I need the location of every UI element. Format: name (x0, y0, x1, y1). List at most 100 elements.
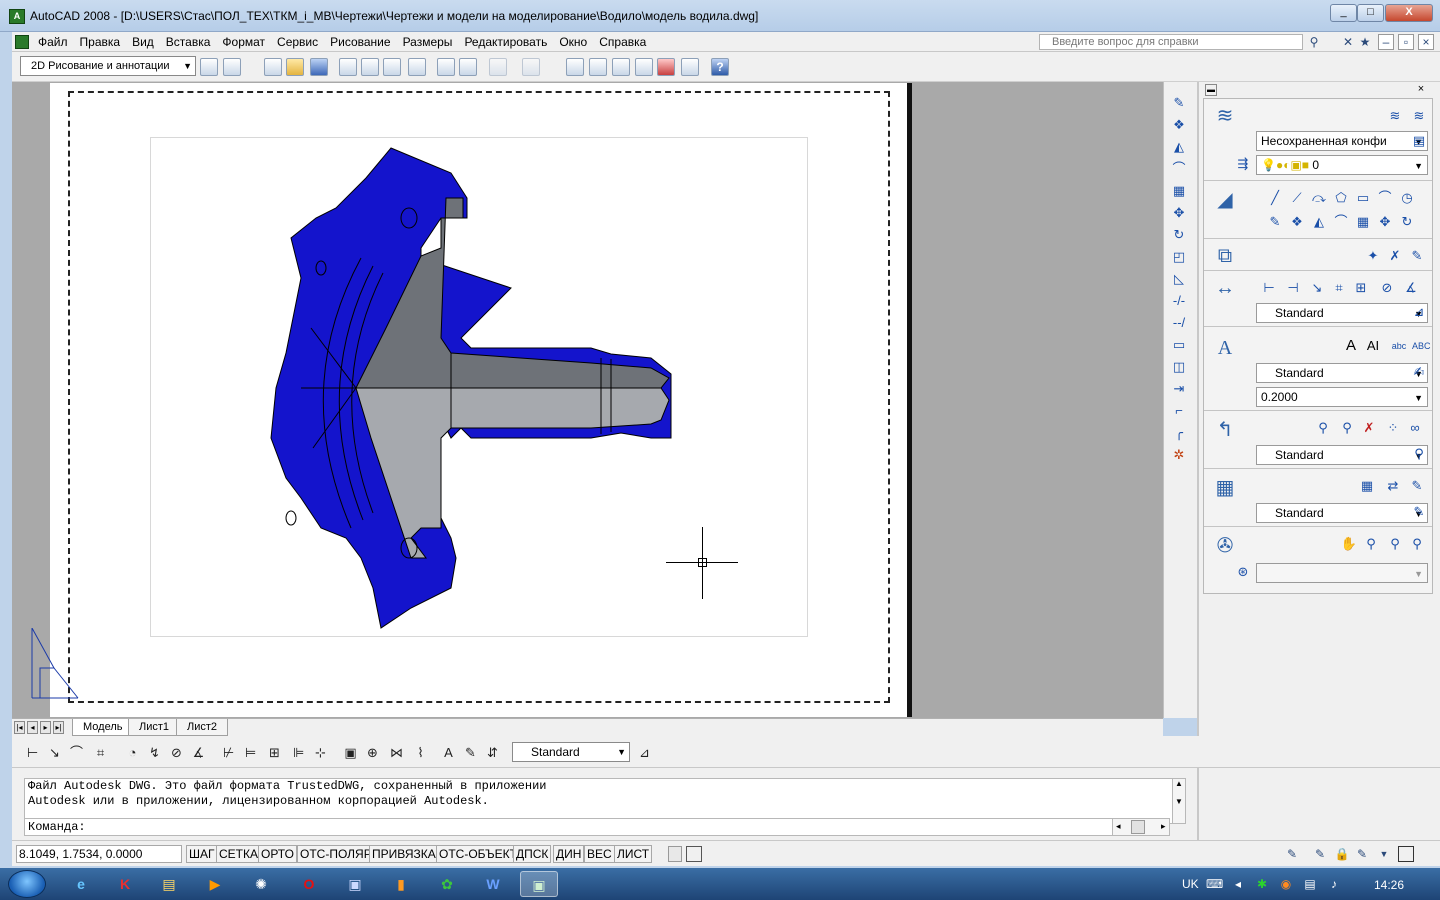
workspace-save-icon[interactable] (223, 58, 241, 76)
view-back-icon[interactable]: ⊛ (1234, 563, 1252, 581)
word-icon[interactable]: W (474, 871, 512, 897)
otrack-toggle[interactable]: ОТС-ОБЪЕКТ (436, 845, 520, 863)
dim-style-select[interactable]: Standard ▼ (1256, 303, 1428, 323)
scroll-thumb[interactable] (1131, 820, 1145, 834)
baseline-dim-icon[interactable]: ⊨ (242, 744, 259, 761)
new-file-icon[interactable] (264, 58, 282, 76)
menu-tools[interactable]: Сервис (271, 32, 324, 52)
files-icon[interactable]: ▮ (382, 871, 420, 897)
pan-hand-icon[interactable]: ✋ (1340, 535, 1358, 553)
maximize-button[interactable]: □ (1357, 4, 1384, 22)
move-icon[interactable]: ✥ (1170, 204, 1188, 221)
opera-icon[interactable]: O (290, 871, 328, 897)
tool-palettes-icon[interactable] (635, 58, 653, 76)
angular-dim-icon[interactable]: ∡ (190, 744, 207, 761)
table-export-icon[interactable]: ✎ (1408, 477, 1426, 495)
jogged-linear-icon[interactable]: ⌇ (412, 744, 429, 761)
blocks-panel-icon[interactable]: ⧉ (1212, 245, 1238, 267)
lineweight-toggle[interactable]: ВЕС (584, 845, 615, 863)
lock-icon[interactable]: 🔒 (1334, 846, 1350, 862)
layer-previous-icon[interactable]: ≋ (1410, 107, 1428, 125)
close-button[interactable]: X (1385, 4, 1433, 22)
text-panel-icon[interactable]: A (1212, 337, 1238, 359)
menu-help[interactable]: Справка (593, 32, 652, 52)
tab-sheet1[interactable]: Лист1 (128, 719, 181, 736)
save-icon[interactable] (310, 58, 328, 76)
document-icon[interactable] (15, 35, 29, 49)
help-icon[interactable]: ? (711, 58, 729, 76)
arc-length-icon[interactable]: ⌒ (68, 744, 85, 761)
add-leader-icon[interactable]: ⚲ (1338, 419, 1356, 437)
text-style-select[interactable]: Standard ▼ (1256, 363, 1428, 383)
viewport-scroll-icon[interactable] (668, 846, 682, 862)
communication-center-icon[interactable]: ✕ (1340, 34, 1356, 50)
move-icon[interactable]: ✥ (1376, 213, 1394, 231)
named-view-select[interactable]: ▼ (1256, 563, 1428, 583)
menu-view[interactable]: Вид (126, 32, 160, 52)
extend-icon[interactable]: --/ (1170, 314, 1188, 331)
array-icon[interactable]: ▦ (1170, 182, 1188, 199)
spell-check-icon[interactable]: ABC (1412, 337, 1431, 355)
dim-update-icon[interactable]: ⇵ (484, 744, 501, 761)
circle-icon[interactable]: ◷ (1398, 189, 1416, 207)
text-height-select[interactable]: 0.2000 ▼ (1256, 387, 1428, 407)
layers-panel-icon[interactable]: ≋ (1212, 105, 1238, 127)
media-player-icon[interactable]: ▶ (196, 871, 234, 897)
align-leaders-icon[interactable]: ⁘ (1384, 419, 1402, 437)
plot-icon[interactable] (339, 58, 357, 76)
autocad-app-icon[interactable]: A (9, 9, 25, 24)
diameter-dim-icon[interactable]: ⊘ (168, 744, 185, 761)
osnap-toggle[interactable]: ПРИВЯЗКА (369, 845, 439, 863)
command-history-scrollbar[interactable]: ▲ ▼ (1172, 778, 1186, 824)
dim-toolbar-style-select[interactable]: Standard ▼ (512, 742, 630, 762)
undo-icon[interactable] (489, 58, 507, 76)
doc-close-button[interactable]: × (1418, 34, 1434, 50)
diameter-dim-icon[interactable]: ⊘ (1378, 279, 1396, 297)
tray-settings-icon[interactable]: ✎ (1354, 846, 1370, 862)
tab-prev-button[interactable]: ◂ (27, 721, 38, 734)
chevron-down-icon[interactable]: ▼ (1376, 846, 1392, 862)
dim-text-edit-icon[interactable]: ✎ (462, 744, 479, 761)
zoom-window-icon[interactable]: ⚲ (1408, 535, 1426, 553)
minimize-button[interactable]: _ (1330, 4, 1357, 22)
explorer-folder-icon[interactable]: ▤ (150, 871, 188, 897)
search-icon[interactable]: ⚲ (1306, 34, 1322, 50)
menu-insert[interactable]: Вставка (160, 32, 217, 52)
favorites-star-icon[interactable]: ★ (1357, 34, 1373, 50)
break-icon[interactable]: ▭ (1170, 336, 1188, 353)
start-button[interactable] (8, 870, 46, 898)
linear-dim-icon[interactable]: ⊢ (1260, 279, 1278, 297)
layer-state-select[interactable]: Несохраненная конфи ▼ (1256, 131, 1428, 151)
doc-restore-button[interactable]: ▫ (1398, 34, 1414, 50)
match-properties-icon[interactable] (459, 58, 477, 76)
tab-sheet2[interactable]: Лист2 (176, 719, 229, 736)
fillet-icon[interactable]: ╭ (1170, 424, 1188, 441)
snap-toggle[interactable]: ШАГ (186, 845, 218, 863)
layer-state-manager-icon[interactable]: ▤ (1410, 132, 1428, 150)
chevron-left-icon[interactable]: ◂ (1116, 821, 1121, 832)
redo-icon[interactable] (522, 58, 540, 76)
rotate-icon[interactable]: ↻ (1170, 226, 1188, 243)
command-input[interactable]: Команда: (24, 818, 1114, 836)
palette-menu-icon[interactable]: ▬ (1205, 84, 1217, 96)
rotate-icon[interactable]: ↻ (1398, 213, 1416, 231)
erase-icon[interactable]: ✎ (1170, 94, 1188, 111)
navigation-panel-icon[interactable]: ✇ (1212, 535, 1238, 557)
radius-dim-icon[interactable]: ◔ (124, 744, 141, 761)
line-icon[interactable]: ╱ (1266, 189, 1284, 207)
multileader-panel-icon[interactable]: ↰ (1212, 419, 1238, 441)
grid-toggle[interactable]: СЕТКА (216, 845, 261, 863)
mleader-style-manager-icon[interactable]: ⚲ (1410, 445, 1428, 463)
mleader-style-select[interactable]: Standard ▼ (1256, 445, 1428, 465)
sheet-set-icon[interactable] (657, 58, 675, 76)
dim-edit-icon[interactable]: A (440, 744, 457, 761)
volume-icon[interactable]: ♪ (1326, 876, 1342, 892)
plot-preview-icon[interactable] (361, 58, 379, 76)
zoom-previous-icon[interactable]: ⚲ (1386, 535, 1404, 553)
menu-window[interactable]: Окно (553, 32, 593, 52)
aligned-dim-icon[interactable]: ⊣ (1284, 279, 1302, 297)
zoom-realtime-icon[interactable]: ⚲ (1362, 535, 1380, 553)
properties-icon[interactable] (589, 58, 607, 76)
draw-panel-icon[interactable]: ◢ (1212, 189, 1238, 211)
menu-format[interactable]: Формат (216, 32, 271, 52)
